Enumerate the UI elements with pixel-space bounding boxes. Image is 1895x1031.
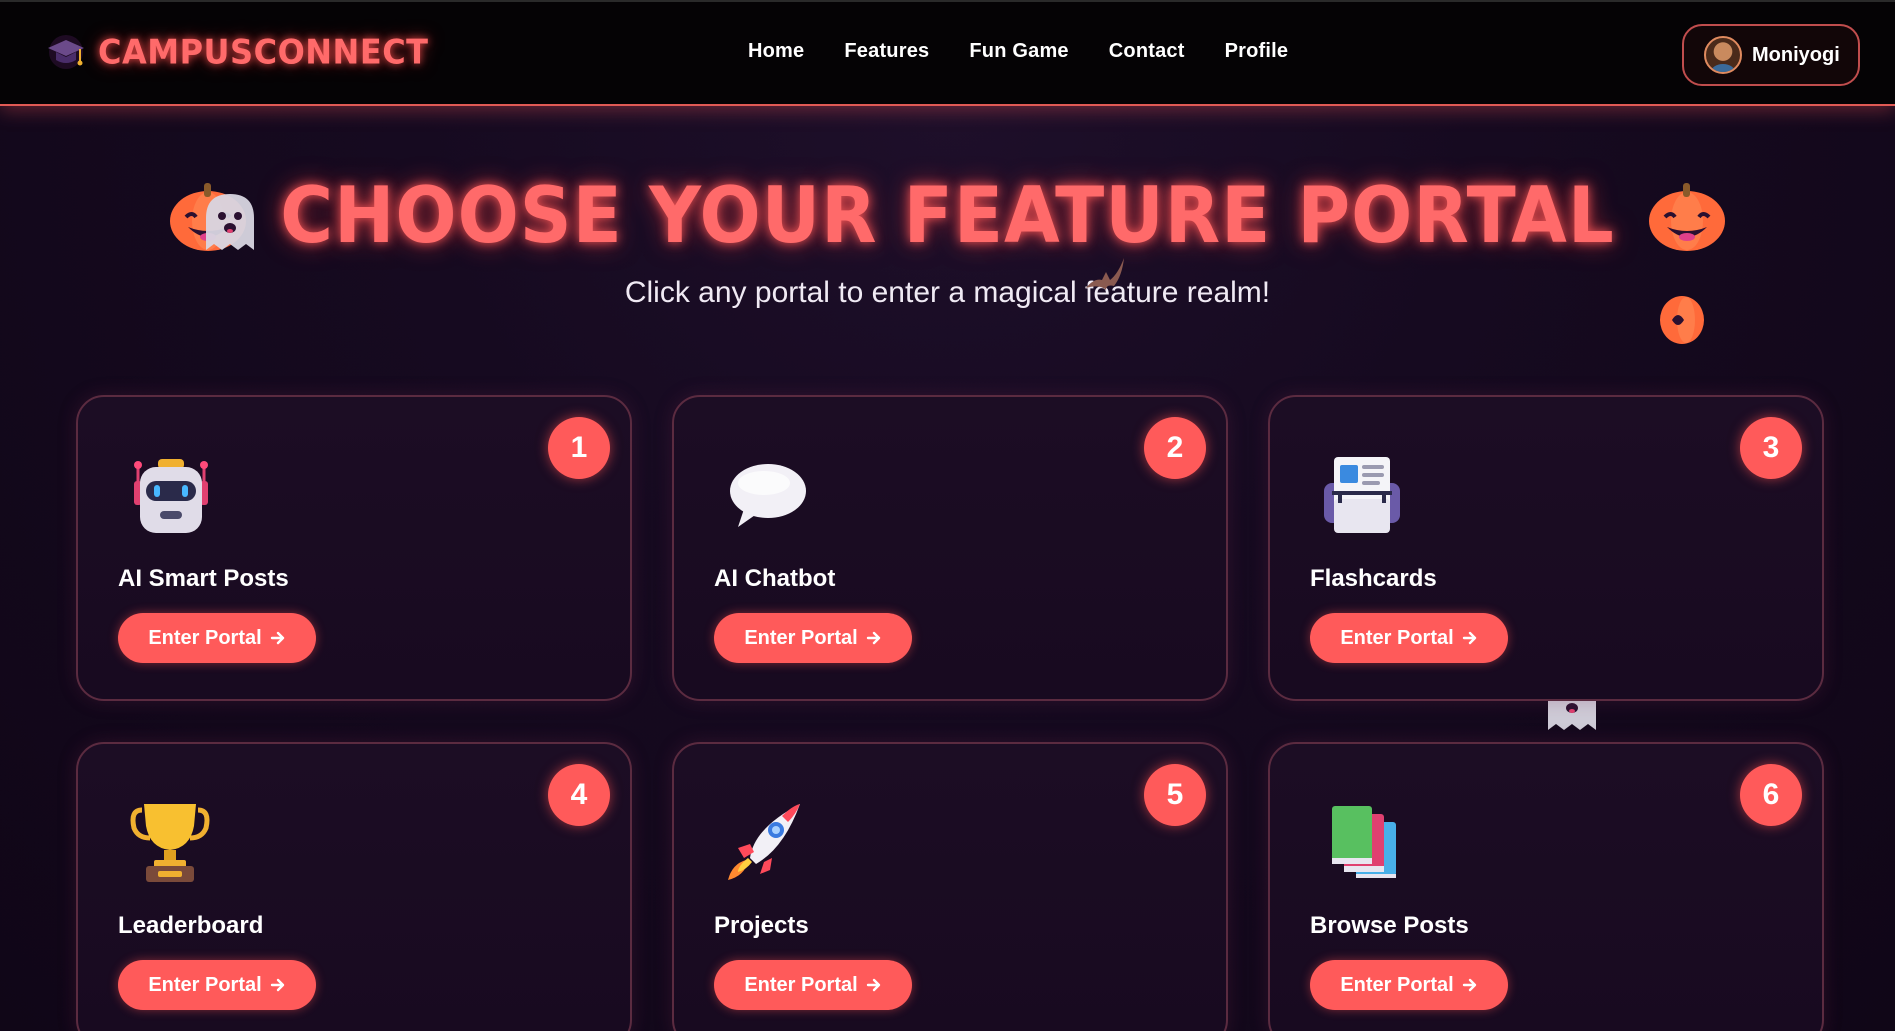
button-label: Enter Portal bbox=[148, 973, 262, 996]
pumpkin-icon bbox=[1648, 183, 1725, 251]
card-title: Browse Posts bbox=[1310, 912, 1469, 939]
brand-name: CAMPUSCONNECT bbox=[98, 32, 429, 72]
card-number-badge: 3 bbox=[1740, 417, 1802, 479]
feature-card-leaderboard[interactable]: 4 Leaderboard Enter Portal bbox=[76, 742, 632, 1031]
profile-button[interactable]: Moniyogi bbox=[1682, 24, 1860, 86]
books-icon bbox=[1332, 806, 1396, 878]
card-title: AI Smart Posts bbox=[118, 565, 289, 592]
page-subtitle: Click any portal to enter a magical feat… bbox=[624, 276, 1271, 309]
navbar: CAMPUSCONNECT Home Features Fun Game Con… bbox=[0, 0, 1895, 106]
avatar bbox=[1704, 36, 1742, 74]
feature-card-browse-posts[interactable]: 6 Browse Posts Enter Portal bbox=[1268, 742, 1824, 1031]
enter-portal-button[interactable]: Enter Portal bbox=[118, 960, 316, 1010]
robot-icon bbox=[134, 459, 208, 533]
nav-link-contact[interactable]: Contact bbox=[1109, 40, 1185, 63]
rocket-icon bbox=[728, 804, 800, 880]
arrow-right-icon bbox=[1462, 978, 1476, 992]
brand[interactable]: CAMPUSCONNECT bbox=[44, 30, 429, 74]
speech-bubble-icon bbox=[730, 464, 806, 527]
profile-username: Moniyogi bbox=[1752, 43, 1840, 66]
arrow-right-icon bbox=[866, 978, 880, 992]
enter-portal-button[interactable]: Enter Portal bbox=[714, 960, 912, 1010]
flashcard-printer-icon bbox=[1324, 457, 1400, 533]
ghost-icon bbox=[206, 194, 254, 250]
card-title: Leaderboard bbox=[118, 912, 264, 939]
button-label: Enter Portal bbox=[744, 626, 858, 649]
enter-portal-button[interactable]: Enter Portal bbox=[118, 613, 316, 663]
card-title: Flashcards bbox=[1310, 565, 1437, 592]
arrow-right-icon bbox=[1462, 631, 1476, 645]
nav-link-fun-game[interactable]: Fun Game bbox=[969, 40, 1068, 63]
card-number-badge: 6 bbox=[1740, 764, 1802, 826]
card-number-badge: 1 bbox=[548, 417, 610, 479]
enter-portal-button[interactable]: Enter Portal bbox=[714, 613, 912, 663]
pumpkin-icon bbox=[1660, 296, 1704, 344]
hero-title-row: CHOOSE YOUR FEATURE PORTAL bbox=[0, 170, 1895, 260]
card-number-badge: 2 bbox=[1144, 417, 1206, 479]
nav-links: Home Features Fun Game Contact Profile bbox=[748, 40, 1288, 63]
feature-card-ai-chatbot[interactable]: 2 AI Chatbot Enter Portal bbox=[672, 395, 1228, 701]
button-label: Enter Portal bbox=[1340, 973, 1454, 996]
graduation-cap-icon bbox=[48, 35, 84, 69]
card-number-badge: 5 bbox=[1144, 764, 1206, 826]
feature-card-projects[interactable]: 5 Projects Enter Portal bbox=[672, 742, 1228, 1031]
arrow-right-icon bbox=[866, 631, 880, 645]
card-number-badge: 4 bbox=[548, 764, 610, 826]
button-label: Enter Portal bbox=[744, 973, 858, 996]
arrow-right-icon bbox=[270, 631, 284, 645]
nav-link-features[interactable]: Features bbox=[844, 40, 929, 63]
nav-link-profile[interactable]: Profile bbox=[1225, 40, 1289, 63]
card-title: AI Chatbot bbox=[714, 565, 836, 592]
bat-icon bbox=[1086, 258, 1124, 290]
enter-portal-button[interactable]: Enter Portal bbox=[1310, 613, 1508, 663]
card-title: Projects bbox=[714, 912, 809, 939]
feature-card-ai-smart-posts[interactable]: 1 AI Smart Posts Enter Portal bbox=[76, 395, 632, 701]
arrow-right-icon bbox=[270, 978, 284, 992]
enter-portal-button[interactable]: Enter Portal bbox=[1310, 960, 1508, 1010]
feature-card-flashcards[interactable]: 3 Flashcards Enter Portal bbox=[1268, 395, 1824, 701]
trophy-icon bbox=[130, 804, 210, 882]
button-label: Enter Portal bbox=[148, 626, 262, 649]
page-title: CHOOSE YOUR FEATURE PORTAL bbox=[280, 169, 1615, 261]
nav-link-home[interactable]: Home bbox=[748, 40, 804, 63]
button-label: Enter Portal bbox=[1340, 626, 1454, 649]
